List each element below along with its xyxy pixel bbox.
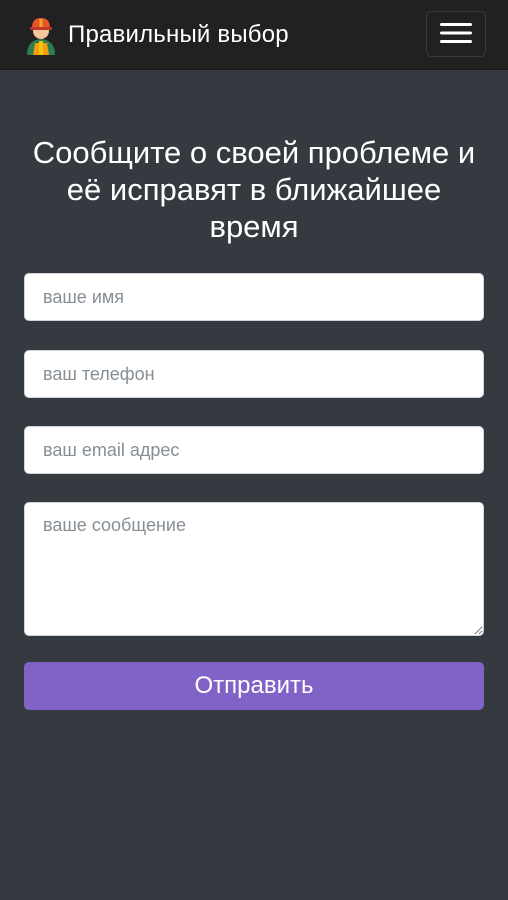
contact-form: Сообщите о своей проблеме и её исправят …	[24, 134, 484, 710]
hamburger-menu-button[interactable]	[426, 11, 486, 57]
hamburger-menu-icon	[440, 22, 472, 47]
message-textarea[interactable]	[24, 502, 484, 636]
worker-avatar-icon	[24, 14, 58, 56]
submit-button[interactable]: Отправить	[24, 662, 484, 710]
brand-name: Правильный выбор	[68, 21, 289, 48]
name-input[interactable]	[24, 273, 484, 321]
navbar: Правильный выбор	[0, 0, 508, 70]
form-heading: Сообщите о своей проблеме и её исправят …	[32, 135, 476, 244]
email-input[interactable]	[24, 426, 484, 474]
phone-input[interactable]	[24, 350, 484, 398]
brand-link[interactable]: Правильный выбор	[24, 14, 289, 56]
